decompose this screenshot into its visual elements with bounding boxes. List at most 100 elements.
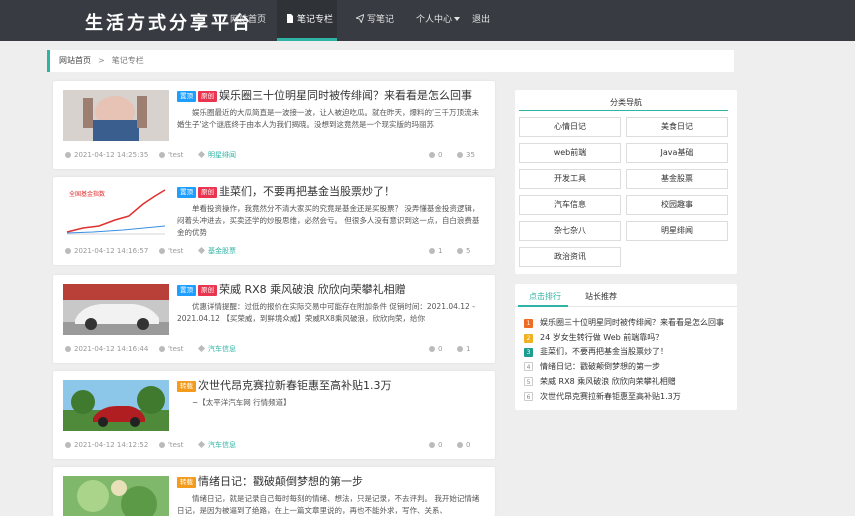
comment-icon xyxy=(429,247,435,254)
badge-pinned: 置顶 xyxy=(177,91,196,102)
post-time: 2021-04-12 14:12:52 xyxy=(74,441,149,449)
tag-icon xyxy=(197,344,206,353)
user-icon xyxy=(159,247,165,254)
category-title-underline xyxy=(519,110,728,111)
breadcrumb-current: 笔记专栏 xyxy=(111,56,144,65)
comment-icon xyxy=(429,151,435,158)
nav-notes-column[interactable]: 笔记专栏 xyxy=(277,0,337,41)
post-category[interactable]: 基金股票 xyxy=(208,247,236,255)
post-author[interactable]: 'test xyxy=(168,151,183,159)
post-category[interactable]: 明星绯闻 xyxy=(208,151,236,159)
ranking-item[interactable]: 5 荣威 RX8 乘风破浪 欣欣向荣攀礼相赠 xyxy=(524,376,736,388)
category-button[interactable]: 杂七杂八 xyxy=(519,221,621,241)
post-thumbnail[interactable] xyxy=(63,90,169,141)
category-button[interactable]: 校园趣事 xyxy=(626,195,728,215)
view-count: 5 xyxy=(466,247,471,255)
breadcrumb-separator: > xyxy=(98,56,105,65)
view-count: 35 xyxy=(466,151,475,159)
ranking-item[interactable]: 3 韭菜们，不要再把基金当股票炒了！ xyxy=(524,346,736,358)
comment-count: 0 xyxy=(438,441,443,449)
ranking-item[interactable]: 6 次世代昂克赛拉新春钜惠至高补贴1.3万 xyxy=(524,391,736,403)
post-thumbnail[interactable]: 全国基金指数 xyxy=(63,186,169,237)
nav-home[interactable]: 网站首页 xyxy=(230,0,266,41)
tag-icon xyxy=(197,150,206,159)
badge-repost: 转载 xyxy=(177,381,196,392)
comment-count: 0 xyxy=(438,151,443,159)
post-meta: 2021-04-12 14:25:35 'test 明星绯闻 0 35 xyxy=(65,149,487,161)
category-button[interactable]: 美食日记 xyxy=(626,117,728,137)
category-button[interactable]: 开发工具 xyxy=(519,169,621,189)
view-count: 1 xyxy=(466,345,471,353)
badge-original: 原创 xyxy=(198,91,217,102)
category-button[interactable]: 基金股票 xyxy=(626,169,728,189)
post-time: 2021-04-12 14:25:35 xyxy=(74,151,149,159)
nav-logout[interactable]: 退出 xyxy=(472,0,490,41)
post-thumbnail[interactable] xyxy=(63,476,169,516)
post-title[interactable]: 转载 次世代昂克赛拉新春钜惠至高补贴1.3万 xyxy=(177,378,489,394)
rank-number: 1 xyxy=(524,318,533,328)
clock-icon xyxy=(65,151,71,158)
post-title[interactable]: 置顶 原创 韭菜们，不要再把基金当股票炒了！ xyxy=(177,184,489,200)
post-card: 转载 次世代昂克赛拉新春钜惠至高补贴1.3万 ~【太平洋汽车网 行情频道】 202… xyxy=(53,371,495,459)
post-author[interactable]: 'test xyxy=(168,441,183,449)
post-title[interactable]: 转载 情绪日记：戳破颠倒梦想的第一步 xyxy=(177,474,489,490)
site-logo[interactable]: 生活方式分享平台 xyxy=(85,9,253,35)
chevron-down-icon xyxy=(454,17,461,21)
post-thumbnail[interactable] xyxy=(63,284,169,335)
send-icon xyxy=(356,14,364,23)
clock-icon xyxy=(65,247,71,254)
clock-icon xyxy=(65,345,71,352)
breadcrumb: 网站首页 > 笔记专栏 xyxy=(47,50,734,72)
badge-repost: 转载 xyxy=(177,477,196,488)
category-button[interactable]: web前端 xyxy=(519,143,621,163)
post-time: 2021-04-12 14:16:44 xyxy=(74,345,149,353)
post-card: 置顶 原创 娱乐圈三十位明星同时被传绯闻？来看看是怎么回事 娱乐圈最近的大瓜简直是一… xyxy=(53,81,495,169)
category-button[interactable]: 政治资讯 xyxy=(519,247,621,267)
category-nav-title: 分类导航 xyxy=(610,98,642,107)
post-meta: 2021-04-12 14:12:52 'test 汽车信息 0 0 xyxy=(65,439,487,451)
post-category[interactable]: 汽车信息 xyxy=(208,441,236,449)
eye-icon xyxy=(457,247,463,254)
ranking-item[interactable]: 2 24 岁女生转行做 Web 前端靠吗？ xyxy=(524,332,736,344)
category-button[interactable]: 明星绯闻 xyxy=(626,221,728,241)
post-author[interactable]: 'test xyxy=(168,345,183,353)
rank-number: 3 xyxy=(524,347,533,357)
post-excerpt: 优惠详情提醒：过低的报价在实际交易中可能存在附加条件 促销时间：2021.04.… xyxy=(177,302,475,323)
category-nav-panel: 分类导航 心情日记 美食日记 web前端 Java基础 开发工具 基金股票 汽车… xyxy=(515,90,737,274)
post-card: 转载 情绪日记：戳破颠倒梦想的第一步 情绪日记，就是记录自己每时每刻的情绪、想法，… xyxy=(53,467,495,516)
post-author[interactable]: 'test xyxy=(168,247,183,255)
tab-click-ranking[interactable]: 点击排行 xyxy=(529,291,561,302)
clock-icon xyxy=(65,441,71,448)
view-count: 0 xyxy=(466,441,471,449)
post-meta: 2021-04-12 14:16:44 'test 汽车信息 0 1 xyxy=(65,343,487,355)
comment-icon xyxy=(429,441,435,448)
tab-recommended[interactable]: 站长推荐 xyxy=(585,291,617,302)
post-thumbnail[interactable] xyxy=(63,380,169,431)
ranking-item[interactable]: 1 娱乐圈三十位明星同时被传绯闻？来看看是怎么回事 xyxy=(524,317,736,329)
rank-number: 2 xyxy=(524,333,533,343)
svg-text:全国基金指数: 全国基金指数 xyxy=(69,190,105,198)
badge-original: 原创 xyxy=(198,187,217,198)
post-card: 全国基金指数 置顶 原创 韭菜们，不要再把基金当股票炒了！ 单看投资操作，我竟然分不… xyxy=(53,177,495,265)
eye-icon xyxy=(457,151,463,158)
nav-write-note[interactable]: 写笔记 xyxy=(356,0,394,41)
badge-pinned: 置顶 xyxy=(177,187,196,198)
user-icon xyxy=(159,151,165,158)
rank-number: 6 xyxy=(524,391,533,401)
post-title[interactable]: 置顶 原创 荣威 RX8 乘风破浪 欣欣向荣攀礼相赠 xyxy=(177,282,489,298)
eye-icon xyxy=(457,441,463,448)
post-title[interactable]: 置顶 原创 娱乐圈三十位明星同时被传绯闻？来看看是怎么回事 xyxy=(177,88,489,104)
category-button[interactable]: Java基础 xyxy=(626,143,728,163)
category-button[interactable]: 汽车信息 xyxy=(519,195,621,215)
badge-original: 原创 xyxy=(198,285,217,296)
post-category[interactable]: 汽车信息 xyxy=(208,345,236,353)
post-excerpt: ~【太平洋汽车网 行情频道】 xyxy=(192,398,291,407)
breadcrumb-home[interactable]: 网站首页 xyxy=(59,56,91,65)
ranking-panel: 点击排行 站长推荐 1 娱乐圈三十位明星同时被传绯闻？来看看是怎么回事 2 24 岁… xyxy=(515,284,737,410)
tag-icon xyxy=(197,246,206,255)
nav-personal-center[interactable]: 个人中心 xyxy=(416,0,461,41)
category-button[interactable]: 心情日记 xyxy=(519,117,621,137)
comment-count: 1 xyxy=(438,247,443,255)
ranking-item[interactable]: 4 情绪日记：戳破颠倒梦想的第一步 xyxy=(524,361,736,373)
post-excerpt: 娱乐圈最近的大瓜简直是一波接一波，让人被迫吃瓜。就在昨天，爆料的'三千万顶流未婚… xyxy=(177,108,480,129)
